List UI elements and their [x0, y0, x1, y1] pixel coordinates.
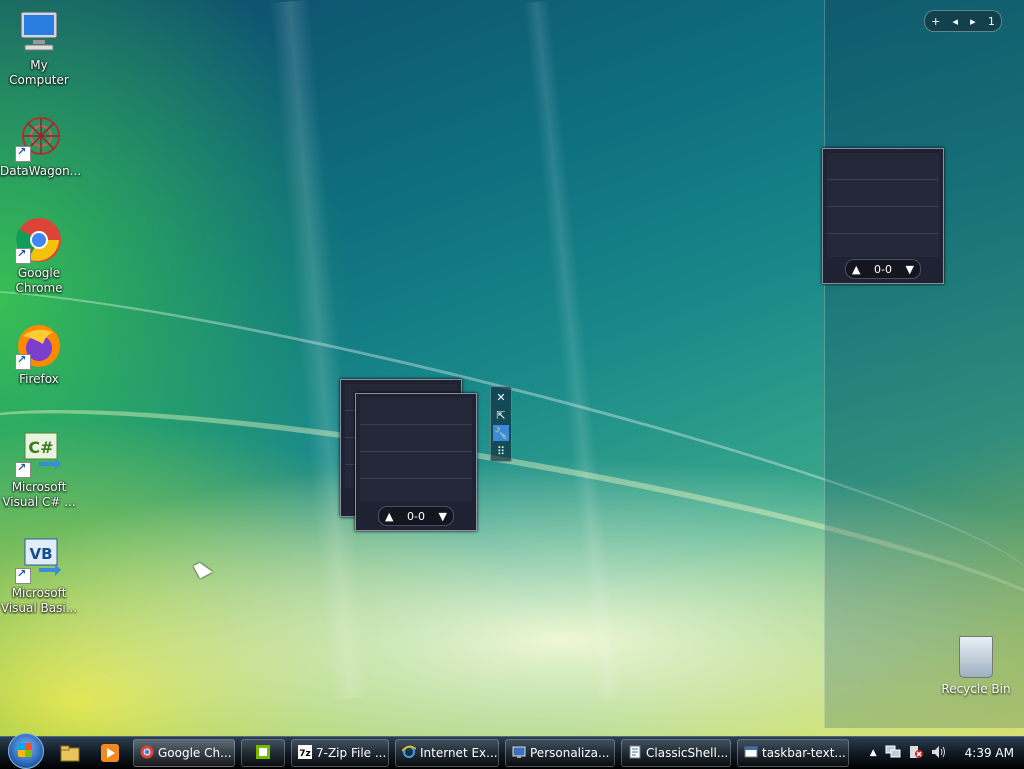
- volume-icon[interactable]: [931, 745, 947, 762]
- desktop-icon-label: Firefox: [19, 372, 59, 386]
- personalization-icon: [512, 745, 526, 762]
- chrome-icon: [140, 745, 154, 762]
- desktop-icon-recycle-bin[interactable]: Recycle Bin: [940, 636, 1012, 696]
- media-player-icon[interactable]: [98, 741, 122, 765]
- gadget-toolbar: ✕ ⇱ 🔧 ⠿: [490, 386, 512, 462]
- taskbar-item-label: ClassicShell...: [646, 746, 729, 760]
- 7zip-icon: 7z: [298, 744, 312, 762]
- system-tray: ▲ 4:39 AM: [860, 737, 1024, 769]
- taskbar-item-chrome[interactable]: Google Ch...: [133, 739, 235, 767]
- taskbar-item-label: 7-Zip File ...: [316, 746, 387, 760]
- taskbar-item-label: Personaliza...: [530, 746, 610, 760]
- shortcut-arrow-icon: [15, 247, 31, 264]
- taskbar-item-label: Google Ch...: [158, 746, 232, 760]
- start-button[interactable]: [8, 733, 44, 769]
- popout-icon[interactable]: ⇱: [493, 407, 509, 423]
- visual-csharp-icon: C#: [15, 430, 63, 478]
- sidebar-gadget[interactable]: ▲ 0-0 ▼: [822, 148, 944, 284]
- visual-basic-icon: VB: [15, 536, 63, 584]
- sidebar-prev-button[interactable]: ◂: [952, 15, 958, 28]
- security-alert-icon[interactable]: [909, 745, 923, 762]
- gadget-content: [827, 153, 939, 257]
- pager-down-icon[interactable]: ▼: [439, 510, 447, 523]
- ie-icon: [401, 745, 417, 762]
- desktop-icon-visual-csharp[interactable]: C# Microsoft Visual C# ...: [0, 430, 78, 510]
- desktop-icon-firefox[interactable]: Firefox: [0, 322, 78, 387]
- pager-value: 0-0: [874, 262, 892, 276]
- taskbar-item-personalization[interactable]: Personaliza...: [505, 739, 615, 767]
- network-icon[interactable]: [885, 745, 901, 762]
- gadget-content: [360, 398, 472, 502]
- desktop-icon-label: Microsoft Visual C# ...: [2, 480, 76, 509]
- add-gadget-button[interactable]: +: [931, 15, 940, 28]
- sidebar-control: + ◂ ▸ 1: [924, 10, 1002, 32]
- taskbar: Google Ch... 7z 7-Zip File ... Internet …: [0, 733, 1024, 769]
- desktop-icon-my-computer[interactable]: My Computer: [0, 8, 78, 88]
- windows-sidebar: [824, 0, 1024, 728]
- clock[interactable]: 4:39 AM: [965, 746, 1014, 760]
- taskbar-item-nvidia[interactable]: [241, 739, 285, 767]
- desktop-icon-label: Recycle Bin: [941, 682, 1011, 696]
- pager-down-icon[interactable]: ▼: [906, 263, 914, 276]
- wallpaper-streak: [523, 0, 623, 700]
- mouse-cursor-icon: [193, 559, 213, 579]
- svg-text:C#: C#: [28, 438, 53, 457]
- notepad-icon: [744, 745, 758, 762]
- sidebar-next-button[interactable]: ▸: [970, 15, 976, 28]
- explorer-icon[interactable]: [58, 741, 82, 765]
- gadget-pager: ▲ 0-0 ▼: [845, 259, 921, 279]
- taskbar-item-internet-explorer[interactable]: Internet Ex...: [395, 739, 499, 767]
- drag-handle-icon[interactable]: ⠿: [493, 443, 509, 459]
- chrome-icon: [15, 216, 63, 264]
- desktop-icon-visual-basic[interactable]: VB Microsoft Visual Basi...: [0, 536, 78, 616]
- gadget-pager: ▲ 0-0 ▼: [378, 506, 454, 526]
- recycle-bin-icon: [959, 636, 993, 678]
- pager-up-icon[interactable]: ▲: [385, 510, 393, 523]
- shortcut-arrow-icon: [15, 353, 31, 370]
- desktop-icon-label: Google Chrome: [15, 266, 63, 295]
- datawagon-icon: [15, 114, 63, 162]
- wrench-icon[interactable]: 🔧: [493, 425, 509, 441]
- taskbar-item-7zip[interactable]: 7z 7-Zip File ...: [291, 739, 389, 767]
- taskbar-item-notepad[interactable]: taskbar-text...: [737, 739, 849, 767]
- nvidia-icon: [256, 744, 270, 762]
- wallpaper-streak: [269, 0, 371, 701]
- taskbar-item-label: Internet Ex...: [420, 746, 498, 760]
- sidebar-page-number: 1: [987, 14, 995, 28]
- taskbar-item-label: taskbar-text...: [762, 746, 846, 760]
- desktop-icon-label: My Computer: [9, 58, 69, 87]
- shortcut-arrow-icon: [15, 461, 31, 478]
- shortcut-arrow-icon: [15, 145, 31, 162]
- tray-expand-icon[interactable]: ▲: [870, 748, 877, 758]
- pager-value: 0-0: [407, 509, 425, 523]
- svg-text:7z: 7z: [299, 749, 311, 759]
- svg-text:VB: VB: [29, 545, 52, 563]
- shortcut-arrow-icon: [15, 567, 31, 584]
- computer-icon: [15, 8, 63, 56]
- pager-up-icon[interactable]: ▲: [852, 263, 860, 276]
- close-icon[interactable]: ✕: [493, 389, 509, 405]
- desktop-icon-google-chrome[interactable]: Google Chrome: [0, 216, 78, 296]
- desktop-gadget[interactable]: ▲ 0-0 ▼: [355, 393, 477, 531]
- desktop-icon-label: DataWagon...: [0, 164, 82, 178]
- taskbar-item-classicshell[interactable]: ClassicShell...: [621, 739, 731, 767]
- desktop-icon-datawagon[interactable]: DataWagon...: [0, 114, 82, 179]
- classicshell-icon: [628, 745, 642, 762]
- firefox-icon: [15, 322, 63, 370]
- desktop-icon-label: Microsoft Visual Basi...: [0, 586, 78, 615]
